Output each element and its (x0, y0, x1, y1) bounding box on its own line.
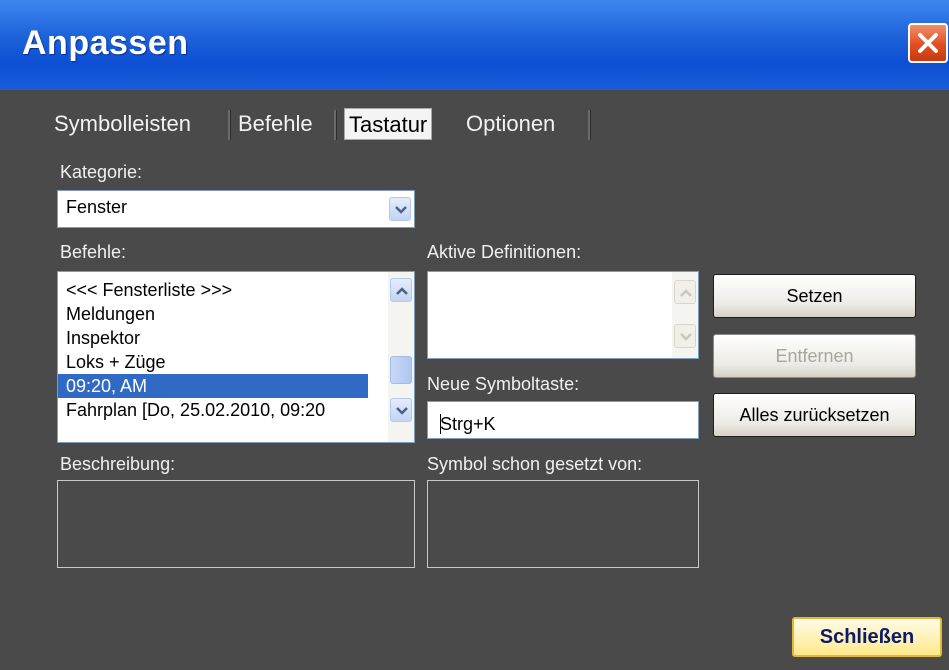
kategorie-value: Fenster (66, 197, 128, 217)
neue-symboltaste-label: Neue Symboltaste: (427, 374, 580, 394)
tab-separator (228, 110, 231, 140)
chevron-down-icon (395, 206, 407, 214)
tab-optionen[interactable]: Optionen (466, 108, 555, 140)
tab-befehle[interactable]: Befehle (238, 108, 313, 140)
close-icon (918, 33, 938, 53)
title-bar: Anpassen (0, 0, 949, 90)
chevron-down-icon (396, 407, 408, 415)
list-item[interactable]: <<< Fensterliste >>> (66, 278, 232, 302)
list-item[interactable]: Meldungen (66, 302, 155, 326)
close-window-button[interactable] (908, 23, 948, 63)
alles-zuruecksetzen-button[interactable]: Alles zurücksetzen (713, 393, 916, 437)
befehle-label: Befehle: (60, 242, 127, 262)
setzen-button[interactable]: Setzen (713, 274, 916, 318)
neue-symboltaste-value: Strg+K (440, 414, 496, 434)
scroll-thumb[interactable] (390, 356, 412, 384)
tab-symbolleisten[interactable]: Symbolleisten (54, 108, 191, 140)
dialog-content: Symbolleisten Befehle Tastatur Optionen … (0, 90, 949, 670)
tab-tastatur[interactable]: Tastatur (344, 108, 433, 140)
aktive-definitionen-listbox[interactable] (427, 271, 699, 359)
kategorie-dropdown[interactable]: Fenster (57, 190, 415, 228)
scroll-down-button[interactable] (390, 398, 412, 422)
kategorie-dropdown-button[interactable] (389, 197, 411, 221)
list-item-selected[interactable]: 09:20, AM (58, 374, 368, 398)
entfernen-button[interactable]: Entfernen (713, 334, 916, 378)
symbol-gesetzt-box (427, 480, 699, 568)
aktive-definitionen-label: Aktive Definitionen: (427, 242, 582, 262)
schliessen-button[interactable]: Schließen (792, 617, 942, 657)
list-item[interactable]: Fahrplan [Do, 25.02.2010, 09:20 (66, 398, 325, 422)
scroll-up-button (674, 280, 696, 304)
scroll-down-button (674, 324, 696, 348)
befehle-scrollbar[interactable] (388, 272, 414, 442)
beschreibung-box (57, 480, 415, 568)
chevron-up-icon (680, 289, 692, 297)
befehle-listbox[interactable]: <<< Fensterliste >>> Meldungen Inspektor… (57, 271, 415, 443)
neue-symboltaste-input[interactable]: Strg+K (427, 401, 699, 439)
scroll-up-button[interactable] (390, 278, 412, 302)
beschreibung-label: Beschreibung: (60, 454, 176, 474)
tab-separator (334, 110, 337, 140)
text-caret (440, 414, 441, 434)
list-item[interactable]: Inspektor (66, 326, 140, 350)
chevron-up-icon (396, 287, 408, 295)
tab-separator (588, 110, 591, 140)
list-item[interactable]: Loks + Züge (66, 350, 166, 374)
aktive-definitionen-scrollbar (672, 272, 698, 358)
window-title: Anpassen (22, 24, 189, 62)
symbol-gesetzt-label: Symbol schon gesetzt von: (427, 454, 643, 474)
chevron-down-icon (680, 333, 692, 341)
kategorie-label: Kategorie: (60, 162, 143, 182)
